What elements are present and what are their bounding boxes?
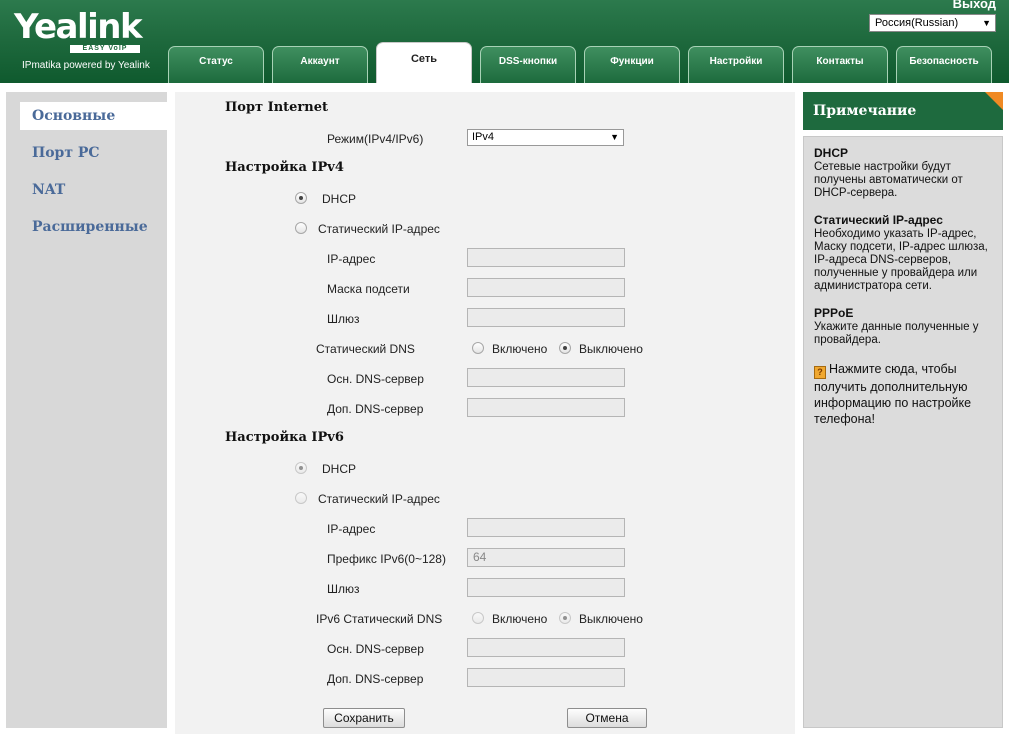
note-panel: DHCP Сетевые настройки будут получены ав…: [803, 136, 1003, 728]
save-button[interactable]: Сохранить: [323, 708, 405, 728]
ipv4-dhcp-label: DHCP: [322, 192, 357, 206]
ipv4-dns-enabled-label: Включено: [492, 342, 548, 356]
dropdown-arrow-icon: ▼: [610, 132, 619, 142]
yealink-logo: Yealink: [14, 7, 143, 47]
note-pppoe-title: PPPoE: [814, 306, 854, 320]
ipv4-mask-input[interactable]: [467, 278, 625, 297]
note-corner-icon: [985, 92, 1003, 110]
section-ipv6: Настройка IPv6: [225, 430, 344, 445]
tab-contacts[interactable]: Контакты: [792, 46, 888, 83]
ipv4-dns-disabled-radio[interactable]: [559, 342, 571, 354]
sidebar-item-nat[interactable]: NAT: [20, 176, 167, 204]
ipv4-primary-dns-label: Осн. DNS-сервер: [327, 372, 424, 386]
language-select-value: Россия(Russian): [875, 17, 959, 29]
header: Yealink EASY VoIP IPmatika powered by Ye…: [0, 0, 1009, 83]
help-icon[interactable]: ?: [814, 366, 826, 379]
ipv6-static-radio[interactable]: [295, 492, 307, 504]
ipv6-gateway-input[interactable]: [467, 578, 625, 597]
tab-features[interactable]: Функции: [584, 46, 680, 83]
note-dhcp: DHCP Сетевые настройки будут получены ав…: [814, 147, 992, 200]
ipv6-dns-disabled-radio[interactable]: [559, 612, 571, 624]
main-tabs: Статус Аккаунт Сеть DSS-кнопки Функции Н…: [168, 42, 998, 83]
note-dhcp-text: Сетевые настройки будут получены автомат…: [814, 161, 963, 199]
tab-settings[interactable]: Настройки: [688, 46, 784, 83]
note-dhcp-title: DHCP: [814, 146, 849, 160]
powered-by-text: IPmatika powered by Yealink: [22, 60, 150, 71]
tab-account[interactable]: Аккаунт: [272, 46, 368, 83]
ipv4-primary-dns-input[interactable]: [467, 368, 625, 387]
ipv6-static-label: Статический IP-адрес: [318, 492, 440, 506]
ipv4-ip-input[interactable]: [467, 248, 625, 267]
ipv6-static-dns-label: IPv6 Статический DNS: [316, 612, 443, 626]
ipv4-ip-label: IP-адрес: [327, 252, 376, 266]
tab-security[interactable]: Безопасность: [896, 46, 992, 83]
ipv6-prefix-input[interactable]: 64: [467, 548, 625, 567]
ipv6-dns-enabled-label: Включено: [492, 612, 548, 626]
note-help[interactable]: ? Нажмите сюда, чтобы получить дополнител…: [814, 361, 992, 427]
ipv4-mask-label: Маска подсети: [327, 282, 410, 296]
logout-link[interactable]: Выход: [953, 0, 996, 11]
ipv4-dhcp-radio[interactable]: [295, 192, 307, 204]
ipv6-ip-label: IP-адрес: [327, 522, 376, 536]
sidebar: Основные Порт PC NAT Расширенные: [6, 92, 167, 728]
logo-tagline: EASY VoIP: [70, 45, 140, 53]
ipv6-secondary-dns-label: Доп. DNS-сервер: [327, 672, 424, 686]
note-help-text[interactable]: Нажмите сюда, чтобы получить дополнитель…: [814, 362, 971, 426]
ipv4-static-label: Статический IP-адрес: [318, 222, 440, 236]
ipv6-secondary-dns-input[interactable]: [467, 668, 625, 687]
mode-select[interactable]: IPv4 ▼: [467, 129, 624, 146]
tab-dss-keys[interactable]: DSS-кнопки: [480, 46, 576, 83]
note-static-title: Статический IP-адрес: [814, 213, 943, 227]
ipv6-primary-dns-input[interactable]: [467, 638, 625, 657]
ipv6-dns-enabled-radio[interactable]: [472, 612, 484, 624]
ipv4-static-dns-label: Статический DNS: [316, 342, 415, 356]
ipv4-secondary-dns-input[interactable]: [467, 398, 625, 417]
ipv4-static-radio[interactable]: [295, 222, 307, 234]
note-title: Примечание: [813, 103, 917, 119]
dropdown-arrow-icon: ▼: [982, 18, 991, 28]
note-static-text: Необходимо указать IP-адрес, Маску подсе…: [814, 228, 988, 292]
ipv6-dns-disabled-label: Выключено: [579, 612, 643, 626]
tab-network[interactable]: Сеть: [376, 42, 472, 83]
language-select[interactable]: Россия(Russian) ▼: [869, 14, 996, 32]
note-pppoe: PPPoE Укажите данные полученные у провай…: [814, 307, 992, 347]
mode-label: Режим(IPv4/IPv6): [327, 132, 424, 146]
ipv4-dns-disabled-label: Выключено: [579, 342, 643, 356]
network-form: Порт Internet Режим(IPv4/IPv6) IPv4 ▼ На…: [175, 92, 795, 734]
sidebar-item-basic[interactable]: Основные: [20, 102, 167, 130]
ipv6-primary-dns-label: Осн. DNS-сервер: [327, 642, 424, 656]
ipv4-gateway-input[interactable]: [467, 308, 625, 327]
section-internet-port: Порт Internet: [225, 100, 329, 115]
note-pppoe-text: Укажите данные полученные у провайдера.: [814, 321, 979, 346]
section-ipv4: Настройка IPv4: [225, 160, 344, 175]
ipv6-ip-input[interactable]: [467, 518, 625, 537]
note-header: Примечание: [803, 92, 1003, 130]
note-static: Статический IP-адрес Необходимо указать …: [814, 214, 992, 293]
mode-select-value: IPv4: [472, 131, 495, 143]
ipv6-dhcp-label: DHCP: [322, 462, 357, 476]
ipv6-gateway-label: Шлюз: [327, 582, 360, 596]
ipv4-gateway-label: Шлюз: [327, 312, 360, 326]
ipv6-prefix-label: Префикс IPv6(0~128): [327, 552, 446, 566]
ipv4-secondary-dns-label: Доп. DNS-сервер: [327, 402, 424, 416]
sidebar-item-advanced[interactable]: Расширенные: [20, 213, 167, 241]
ipv4-dns-enabled-radio[interactable]: [472, 342, 484, 354]
cancel-button[interactable]: Отмена: [567, 708, 647, 728]
sidebar-item-pc-port[interactable]: Порт PC: [20, 139, 167, 167]
tab-status[interactable]: Статус: [168, 46, 264, 83]
ipv6-dhcp-radio[interactable]: [295, 462, 307, 474]
